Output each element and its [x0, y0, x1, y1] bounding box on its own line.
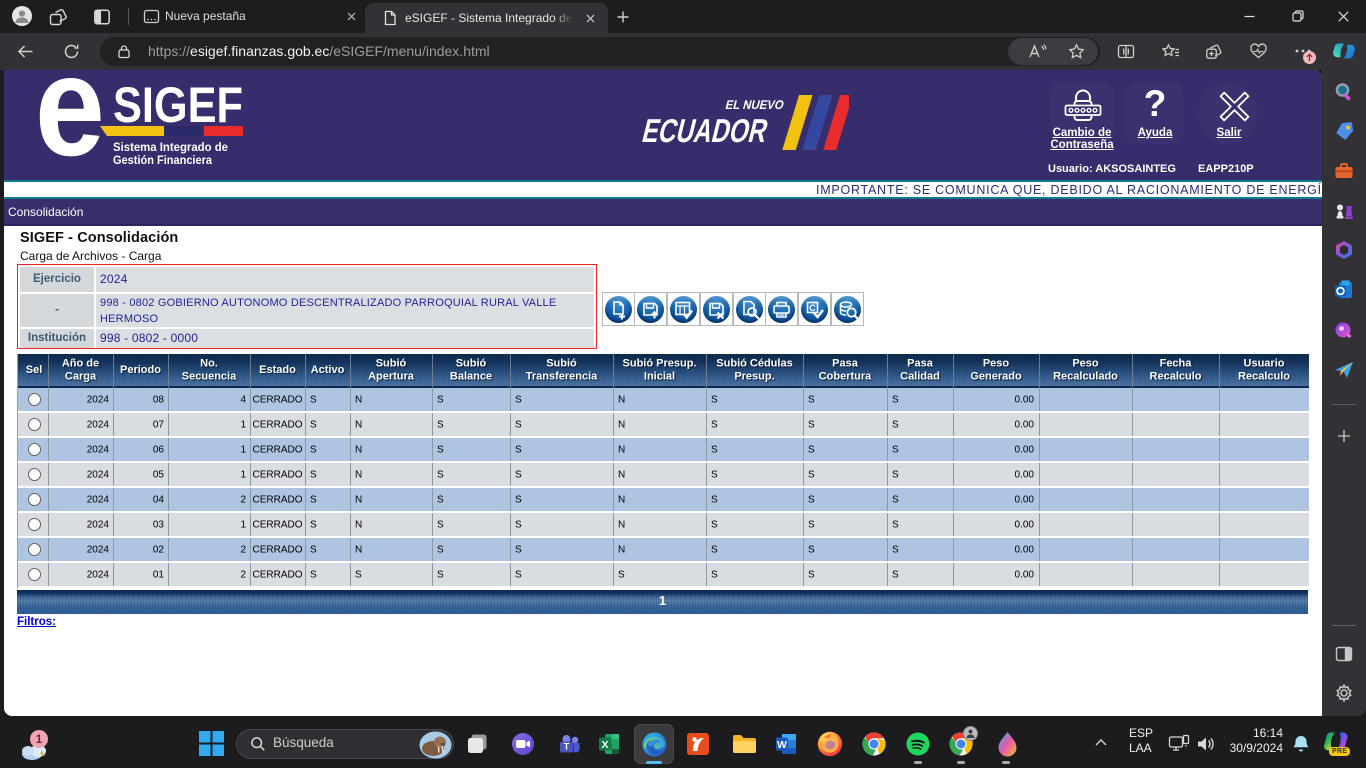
- svg-text:Sistema Integrado de: Sistema Integrado de: [113, 142, 228, 154]
- svg-text:SIGEF: SIGEF: [113, 78, 243, 133]
- svg-text:1: 1: [36, 732, 43, 746]
- svg-text:ECUADOR: ECUADOR: [639, 113, 772, 149]
- svg-text:T: T: [564, 742, 570, 752]
- svg-text:X: X: [601, 739, 608, 751]
- svg-text:W: W: [777, 739, 787, 751]
- svg-text:C: C: [809, 303, 816, 313]
- svg-text:e: e: [35, 78, 105, 172]
- svg-text:Gestión Financiera: Gestión Financiera: [113, 155, 213, 167]
- svg-text:EL NUEVO: EL NUEVO: [724, 98, 786, 112]
